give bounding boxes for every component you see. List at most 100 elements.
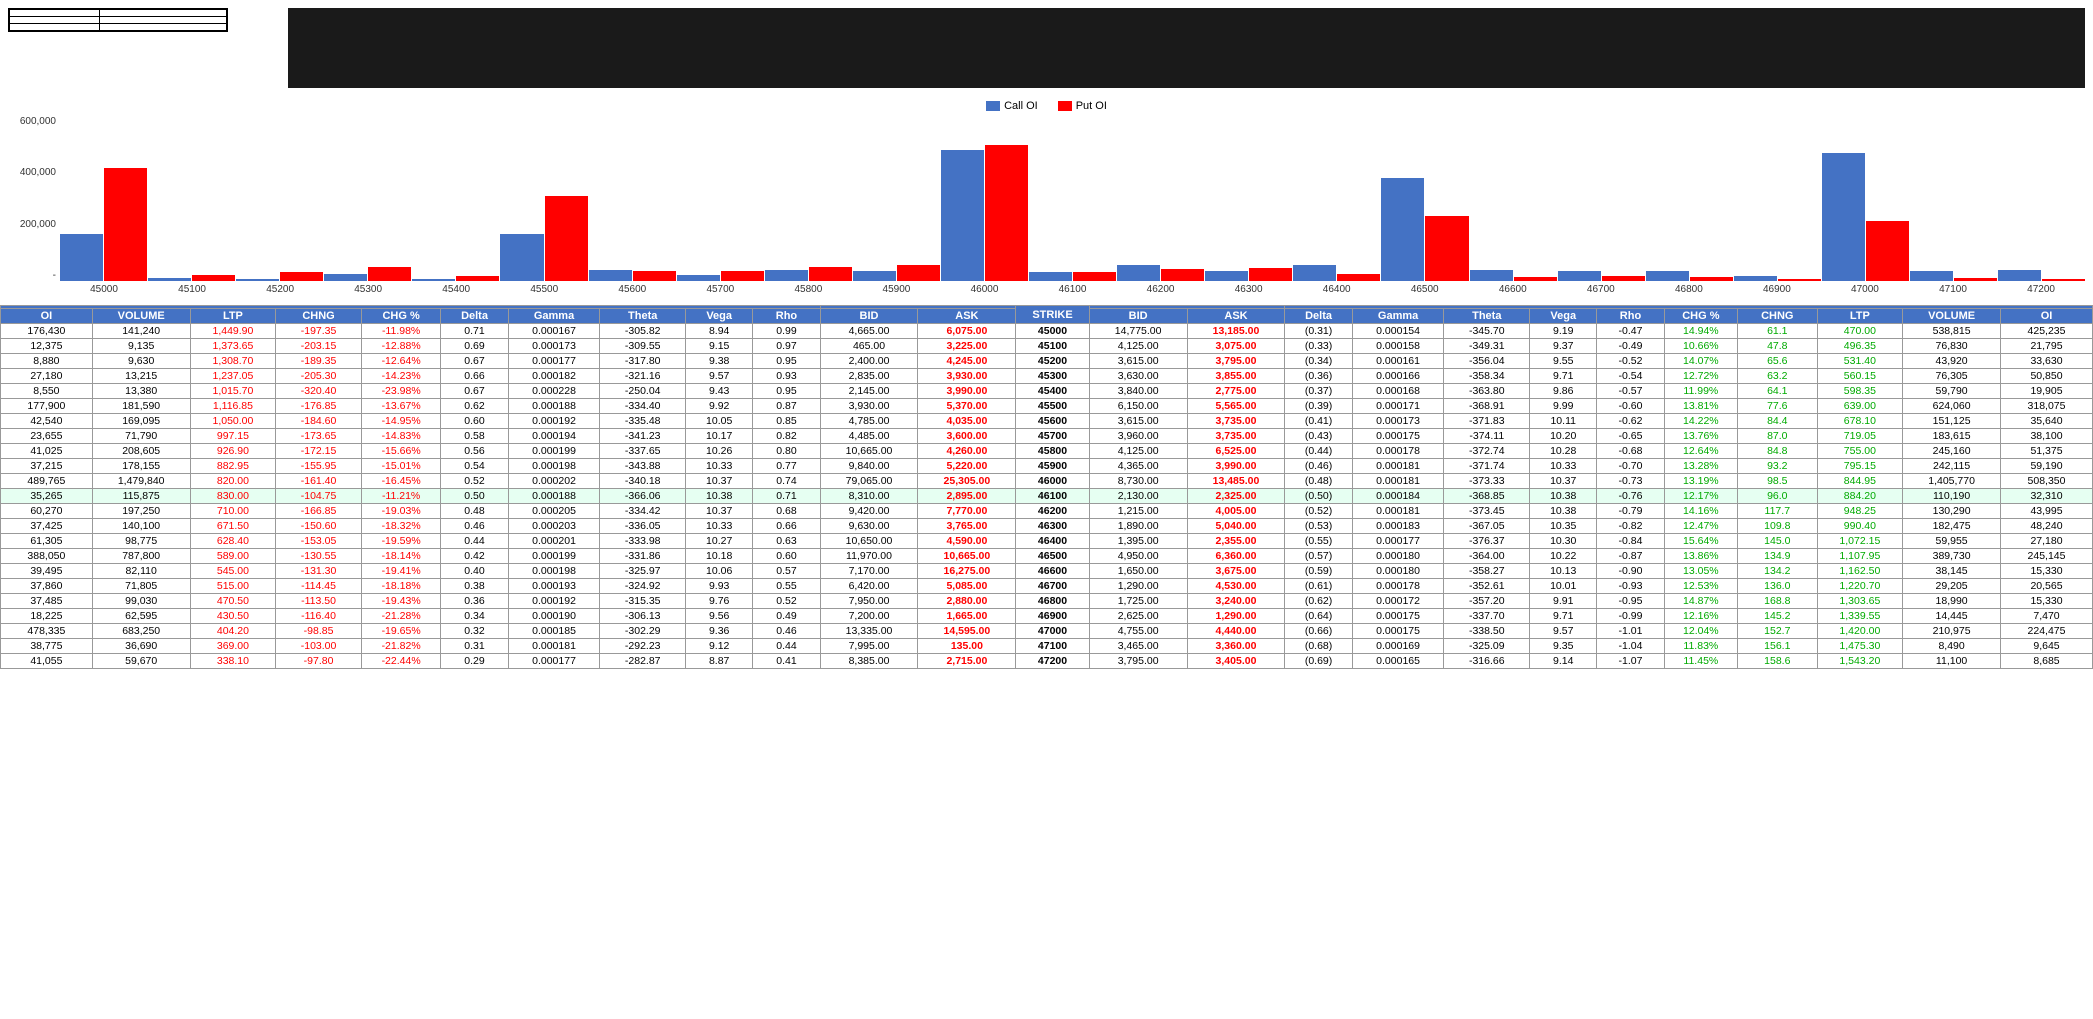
table-cell: 10.33	[686, 519, 753, 534]
table-cell: 13.19%	[1664, 474, 1737, 489]
table-cell: -166.85	[276, 504, 362, 519]
table-cell: 93.2	[1738, 459, 1818, 474]
table-wrapper: STRIKE OI VOLUME LTP CHNG CHG % Delta Ga…	[0, 305, 2093, 669]
table-cell: 12.72%	[1664, 369, 1737, 384]
x-label: 46200	[1117, 284, 1205, 295]
col-ask: ASK	[918, 309, 1016, 324]
table-cell: 156.1	[1738, 639, 1818, 654]
table-cell: (0.39)	[1285, 399, 1352, 414]
table-cell: 9.55	[1530, 354, 1597, 369]
bar-group	[412, 276, 499, 281]
table-cell: 9.12	[686, 639, 753, 654]
table-cell: 2,130.00	[1089, 489, 1187, 504]
table-cell: 0.000173	[1352, 414, 1444, 429]
call-bar	[1381, 178, 1424, 281]
table-cell: 5,370.00	[918, 399, 1016, 414]
call-bar	[765, 270, 808, 281]
table-cell: -15.66%	[361, 444, 441, 459]
table-cell: -0.73	[1597, 474, 1664, 489]
table-cell: 0.50	[441, 489, 508, 504]
table-cell: 0.000185	[508, 624, 600, 639]
table-cell: 245,160	[1903, 444, 2001, 459]
table-cell: -1.04	[1597, 639, 1664, 654]
table-row: 12,3759,1351,373.65-203.15-12.88%0.690.0…	[1, 339, 2093, 354]
table-cell: 369.00	[190, 639, 276, 654]
table-cell: 0.52	[753, 594, 820, 609]
table-cell: 10.17	[686, 429, 753, 444]
table-cell: 136.0	[1738, 579, 1818, 594]
table-cell: 11,970.00	[820, 549, 918, 564]
table-cell: 3,630.00	[1089, 369, 1187, 384]
table-cell: 0.69	[441, 339, 508, 354]
table-cell: 13,485.00	[1187, 474, 1285, 489]
table-cell: -116.40	[276, 609, 362, 624]
table-cell: 10.28	[1530, 444, 1597, 459]
table-cell: 948.25	[1817, 504, 1903, 519]
table-cell: 8.87	[686, 654, 753, 669]
table-cell: 3,990.00	[918, 384, 1016, 399]
put-oi-color	[1058, 101, 1072, 111]
table-cell: -309.55	[600, 339, 686, 354]
table-cell: 77.6	[1738, 399, 1818, 414]
table-cell: 10.30	[1530, 534, 1597, 549]
table-cell: -131.30	[276, 564, 362, 579]
table-cell: 12.47%	[1664, 519, 1737, 534]
put-bar	[1161, 269, 1204, 281]
bar-group	[941, 145, 1028, 281]
table-cell: 0.000175	[1352, 429, 1444, 444]
table-cell: -19.59%	[361, 534, 441, 549]
col-c-theta: Theta	[600, 309, 686, 324]
table-cell: 43,920	[1903, 354, 2001, 369]
table-cell: 9.57	[1530, 624, 1597, 639]
call-bar	[1029, 272, 1072, 281]
col-c-chng: CHNG	[276, 309, 362, 324]
table-cell: 37,485	[1, 594, 93, 609]
table-cell: 182,475	[1903, 519, 2001, 534]
col-p-chng: CHNG	[1738, 309, 1818, 324]
table-cell: 46600	[1016, 564, 1089, 579]
table-cell: 7,950.00	[820, 594, 918, 609]
table-cell: 3,960.00	[1089, 429, 1187, 444]
table-cell: 1,725.00	[1089, 594, 1187, 609]
put-oi-label: Put OI	[1076, 100, 1107, 112]
table-cell: 0.000182	[508, 369, 600, 384]
table-cell: -18.18%	[361, 579, 441, 594]
table-cell: 13.76%	[1664, 429, 1737, 444]
table-cell: 0.000201	[508, 534, 600, 549]
table-cell: 1,479,840	[92, 474, 190, 489]
table-cell: -343.88	[600, 459, 686, 474]
table-cell: 545.00	[190, 564, 276, 579]
table-cell: 176,430	[1, 324, 93, 339]
table-cell: 1,420.00	[1817, 624, 1903, 639]
table-cell: 0.000167	[508, 324, 600, 339]
table-cell: -371.83	[1444, 414, 1530, 429]
table-cell: 0.000172	[1352, 594, 1444, 609]
col-c-delta: Delta	[441, 309, 508, 324]
table-cell: 38,775	[1, 639, 93, 654]
put-bar	[104, 168, 147, 281]
table-cell: 0.67	[441, 354, 508, 369]
table-cell: 10,665.00	[820, 444, 918, 459]
table-cell: -366.06	[600, 489, 686, 504]
table-cell: 430.50	[190, 609, 276, 624]
table-cell: -324.92	[600, 579, 686, 594]
bar-group	[148, 275, 235, 281]
call-oi-legend: Call OI	[986, 100, 1038, 112]
table-cell: 14,445	[1903, 609, 2001, 624]
bar-group	[1998, 270, 2085, 281]
table-cell: 8,310.00	[820, 489, 918, 504]
table-cell: 0.000202	[508, 474, 600, 489]
table-cell: -0.54	[1597, 369, 1664, 384]
col-bid: BID	[820, 309, 918, 324]
table-cell: 117.7	[1738, 504, 1818, 519]
table-cell: 0.63	[753, 534, 820, 549]
table-cell: 9,630.00	[820, 519, 918, 534]
table-cell: 9,135	[92, 339, 190, 354]
table-cell: 538,815	[1903, 324, 2001, 339]
table-cell: 10.33	[1530, 459, 1597, 474]
table-cell: 45300	[1016, 369, 1089, 384]
ticker-value	[100, 10, 112, 16]
table-cell: 19,905	[2001, 384, 2093, 399]
put-bar	[633, 271, 676, 281]
table-cell: 4,755.00	[1089, 624, 1187, 639]
